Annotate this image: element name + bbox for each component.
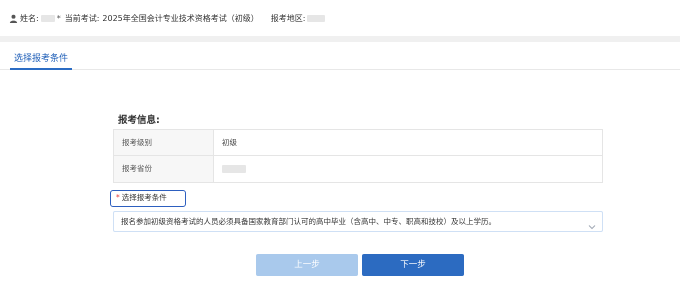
name-label: 姓名: bbox=[20, 13, 39, 23]
user-icon bbox=[9, 14, 18, 23]
section-title: 报考信息: bbox=[118, 115, 160, 126]
prev-step-button[interactable]: 上一步 bbox=[256, 254, 358, 276]
masked-name bbox=[40, 14, 55, 22]
tab-select-condition[interactable]: 选择报考条件 bbox=[10, 52, 73, 70]
condition-label-text: 选择报考条件 bbox=[121, 193, 167, 202]
current-exam-name: 2025年全国会计专业技术资格考试（初级） bbox=[102, 13, 259, 23]
info-label-province: 报考省份 bbox=[114, 156, 214, 182]
info-row-level: 报考级别 初级 bbox=[114, 130, 602, 156]
info-value-level: 初级 bbox=[222, 138, 237, 147]
info-table: 报考级别 初级 报考省份 bbox=[113, 129, 603, 183]
condition-select[interactable]: 报名参加初级资格考试的人员必须具备国家教育部门认可的高中毕业（含高中、中专、职高… bbox=[113, 211, 603, 232]
masked-region bbox=[307, 14, 326, 22]
region-label: 报考地区: bbox=[270, 13, 306, 23]
name-suffix-mark: * bbox=[56, 13, 61, 23]
header-info-bar: 姓名: * 当前考试: 2025年全国会计专业技术资格考试（初级） 报考地区: bbox=[0, 0, 680, 36]
next-step-button[interactable]: 下一步 bbox=[362, 254, 464, 276]
chevron-down-icon bbox=[588, 218, 596, 230]
condition-selected-value: 报名参加初级资格考试的人员必须具备国家教育部门认可的高中毕业（含高中、中专、职高… bbox=[121, 217, 496, 226]
info-label-level: 报考级别 bbox=[114, 130, 214, 155]
required-mark: * bbox=[116, 193, 120, 202]
masked-province bbox=[222, 165, 246, 173]
tab-bar: 选择报考条件 bbox=[0, 42, 680, 70]
info-value-province bbox=[214, 156, 602, 182]
info-row-province: 报考省份 bbox=[114, 156, 602, 182]
current-exam-label: 当前考试: bbox=[64, 13, 100, 23]
condition-label: * 选择报考条件 bbox=[110, 190, 186, 207]
